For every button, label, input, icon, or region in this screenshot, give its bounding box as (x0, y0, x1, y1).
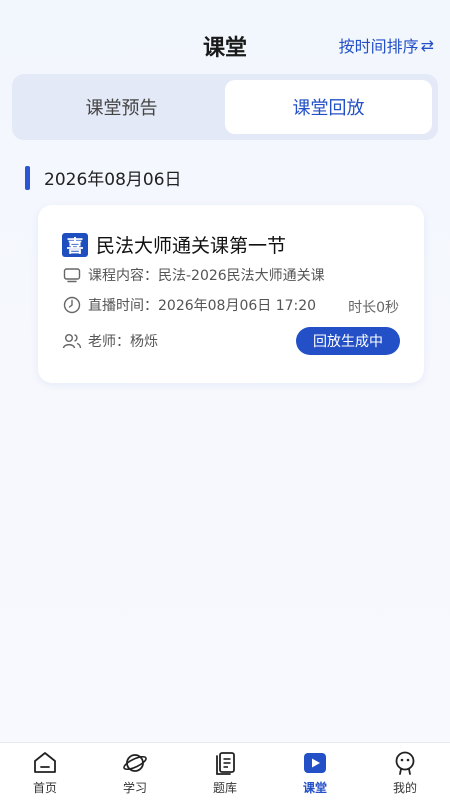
question-bank-icon (211, 749, 239, 777)
users-icon (62, 331, 82, 351)
tab-class-replay[interactable]: 课堂回放 (225, 80, 432, 134)
profile-icon (391, 749, 419, 777)
tabbar-label: 我的 (392, 781, 417, 795)
content-label: 课程内容： (88, 268, 158, 284)
content-value: 民法-2026民法大师通关课 (158, 268, 325, 284)
course-content-row: 课程内容： 民法-2026民法大师通关课 (62, 265, 325, 285)
sort-label: 按时间排序 (338, 37, 419, 56)
clock-icon (62, 295, 82, 315)
teacher-label: 老师： (88, 334, 130, 350)
tv-icon (62, 265, 82, 285)
time-label: 直播时间： (88, 298, 158, 314)
class-tabs: 课堂预告 课堂回放 (12, 74, 438, 140)
date-label: 2026年08月06日 (44, 170, 182, 190)
course-card[interactable]: 喜 民法大师通关课第一节 课程内容： 民法-2026民法大师通关课 直播时间： … (38, 205, 424, 383)
planet-icon (121, 749, 149, 777)
duration-label: 时长0秒 (348, 300, 399, 316)
bottom-tab-bar: 首页 学习 题库 课堂 我的 (0, 742, 450, 800)
tabbar-label: 题库 (212, 781, 237, 795)
tabbar-item-study[interactable]: 学习 (90, 743, 180, 800)
tabbar-label: 学习 (122, 781, 147, 795)
tabbar-item-classroom[interactable]: 课堂 (270, 743, 360, 800)
tabbar-item-question-bank[interactable]: 题库 (180, 743, 270, 800)
teacher-row: 老师： 杨烁 (62, 331, 158, 351)
header: 课堂 按时间排序 ⇄ (0, 0, 450, 72)
tab-class-preview[interactable]: 课堂预告 (18, 80, 225, 134)
teacher-name: 杨烁 (130, 334, 158, 350)
tabbar-label: 课堂 (302, 781, 327, 795)
replay-generating-button[interactable]: 回放生成中 (296, 327, 400, 355)
live-time-row: 直播时间： 2026年08月06日 17:20 (62, 295, 316, 315)
sort-by-time-button[interactable]: 按时间排序 ⇄ (339, 33, 434, 57)
home-icon (31, 749, 59, 777)
time-value: 2026年08月06日 17:20 (158, 298, 317, 314)
date-accent-bar (25, 165, 30, 190)
tabbar-item-home[interactable]: 首页 (0, 743, 90, 800)
swap-arrows-icon: ⇄ (420, 35, 434, 55)
course-title: 民法大师通关课第一节 (96, 235, 287, 257)
classroom-play-icon (301, 749, 329, 777)
card-title-row: 喜 民法大师通关课第一节 (62, 231, 286, 258)
tabbar-item-profile[interactable]: 我的 (360, 743, 450, 800)
course-logo-icon: 喜 (62, 232, 88, 257)
tabbar-label: 首页 (32, 781, 57, 795)
date-group-header: 2026年08月06日 (25, 165, 182, 190)
